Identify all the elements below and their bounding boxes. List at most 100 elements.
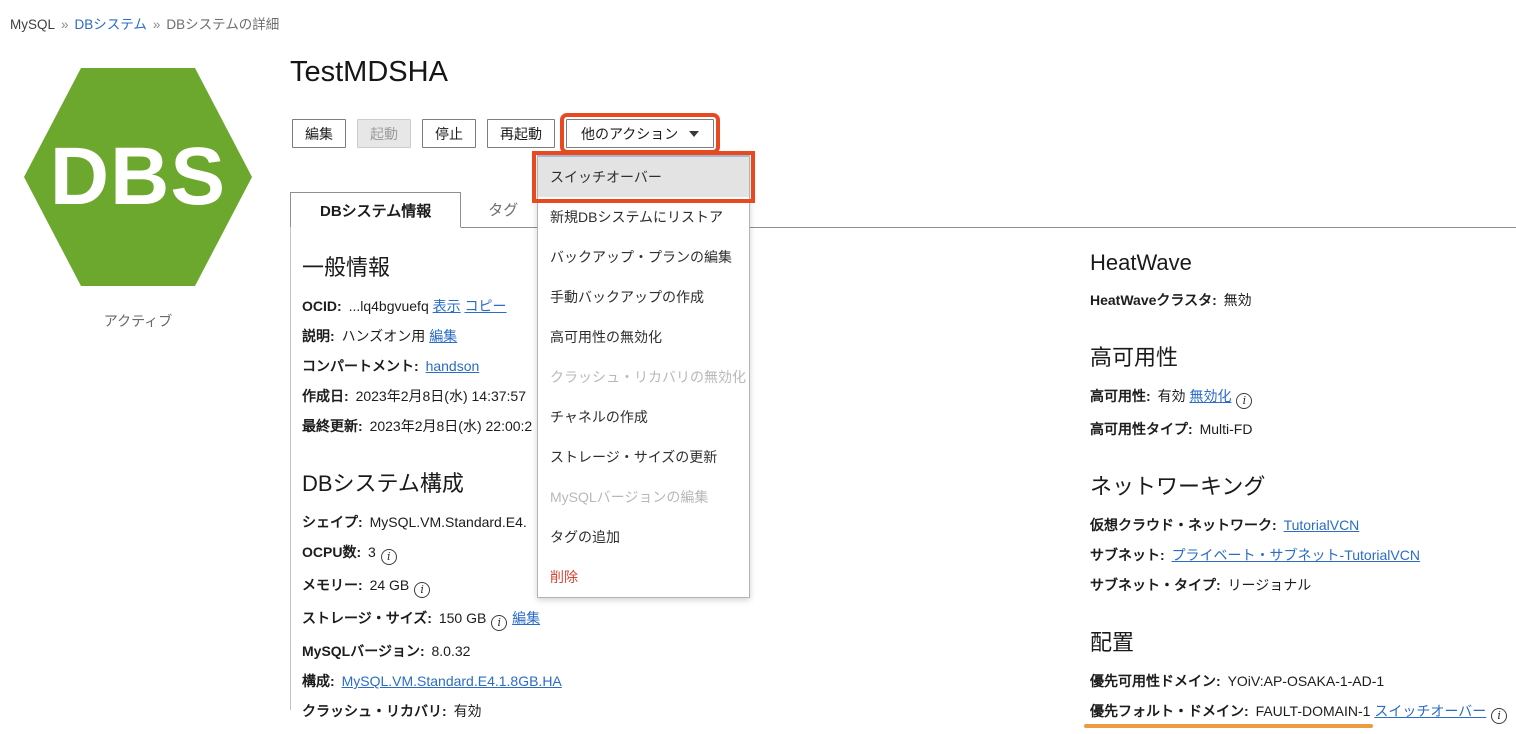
field-label: 作成日: [302,388,349,404]
page-title: TestMDSHA [290,56,448,89]
more-actions-label: 他のアクション [581,124,678,144]
field-label: OCID: [302,298,342,314]
details-right-column: HeatWave HeatWaveクラスタ: 無効 高可用性高可用性: 有効 無効… [1090,238,1516,734]
menu-item-5: クラッシュ・リカバリの無効化 [538,357,749,397]
field-row: MySQLバージョン: 8.0.32 [302,641,732,661]
resource-status: DBS アクティブ [24,68,252,331]
section-heading: HeatWave [1090,250,1516,276]
field-value: 有効 [1158,388,1186,404]
field-label: 優先フォルト・ドメイン: [1090,703,1249,719]
menu-item-7[interactable]: ストレージ・サイズの更新 [538,437,749,477]
field-value: YOiV:AP-OSAKA-1-AD-1 [1228,673,1385,689]
breadcrumb-db-systems-link[interactable]: DBシステム [75,17,147,32]
field-label: 高可用性: [1090,388,1151,404]
field-value: 24 GB [370,577,410,593]
more-actions-button[interactable]: 他のアクション [566,119,714,148]
menu-item-6[interactable]: チャネルの作成 [538,397,749,437]
field-row: 高可用性: 有効 無効化 i [1090,386,1516,409]
configuration-link[interactable]: MySQL.VM.Standard.E4.1.8GB.HA [342,673,562,689]
field-value: 2023年2月8日(水) 14:37:57 [356,388,526,404]
menu-item-2[interactable]: バックアップ・プランの編集 [538,237,749,277]
chevron-down-icon [689,131,699,137]
menu-item-4[interactable]: 高可用性の無効化 [538,317,749,357]
breadcrumb-mysql: MySQL [10,17,55,32]
field-value: ...lq4bgvuefq [349,298,429,314]
info-icon[interactable]: i [491,615,507,631]
field-value: MySQL.VM.Standard.E4. [370,514,527,530]
field-row: サブネット: プライベート・サブネット-TutorialVCN [1090,545,1516,565]
field-label: 高可用性タイプ: [1090,421,1193,437]
field-row: クラッシュ・リカバリ: 有効 [302,701,732,721]
field-label: OCPU数: [302,544,361,560]
field-value: Multi-FD [1200,421,1253,437]
menu-item-9[interactable]: タグの追加 [538,517,749,557]
subnet-link[interactable]: プライベート・サブネット-TutorialVCN [1172,547,1420,563]
disable-ha-link[interactable]: 無効化 [1189,388,1231,404]
field-value: リージョナル [1228,577,1312,593]
field-label: MySQLバージョン: [302,643,425,659]
field-label: サブネット・タイプ: [1090,577,1221,593]
info-icon[interactable]: i [1236,393,1252,409]
switchover-link[interactable]: スイッチオーバー [1374,703,1486,719]
field-value: FAULT-DOMAIN-1 [1256,703,1371,719]
info-icon[interactable]: i [381,549,397,565]
menu-item-0[interactable]: スイッチオーバー [538,157,749,197]
field-value: 3 [368,544,376,560]
start-button: 起動 [357,119,411,148]
field-row: 優先可用性ドメイン: YOiV:AP-OSAKA-1-AD-1 [1090,671,1516,691]
field-label: 優先可用性ドメイン: [1090,673,1221,689]
field-row: 高可用性タイプ: Multi-FD [1090,419,1516,439]
panel-left-border [290,228,291,710]
breadcrumb: MySQL»DBシステム»DBシステムの詳細 [10,13,279,33]
stop-button[interactable]: 停止 [422,119,476,148]
edit-description-link[interactable]: 編集 [429,328,457,344]
field-row: 構成: MySQL.VM.Standard.E4.1.8GB.HA [302,671,732,691]
menu-item-3[interactable]: 手動バックアップの作成 [538,277,749,317]
section-heading: 配置 [1090,625,1516,657]
tab-bar: DBシステム情報 タグ [290,192,1516,228]
tab-db-system-info[interactable]: DBシステム情報 [290,192,461,228]
breadcrumb-current: DBシステムの詳細 [166,17,279,32]
more-actions-menu: スイッチオーバー新規DBシステムにリストアバックアップ・プランの編集手動バックア… [537,155,750,598]
menu-item-10[interactable]: 削除 [538,557,749,597]
field-value: 有効 [454,703,482,719]
edit-button[interactable]: 編集 [292,119,346,148]
field-label: サブネット: [1090,547,1165,563]
field-value: ハンズオン用 [342,328,426,344]
field-value: 2023年2月8日(水) 22:00:2 [370,418,533,434]
compartment-link[interactable]: handson [426,358,480,374]
field-label: ストレージ・サイズ: [302,610,432,626]
field-label: HeatWaveクラスタ: [1090,292,1217,308]
vcn-link[interactable]: TutorialVCN [1284,517,1360,533]
section-heading: 高可用性 [1090,340,1516,372]
field-row: HeatWaveクラスタ: 無効 [1090,290,1516,310]
breadcrumb-separator: » [153,17,161,32]
field-label: 構成: [302,673,335,689]
restart-button[interactable]: 再起動 [487,119,555,148]
field-label: クラッシュ・リカバリ: [302,703,447,719]
field-value: 150 GB [439,610,486,626]
field-label: メモリー: [302,577,363,593]
field-label: 最終更新: [302,418,363,434]
field-row: 仮想クラウド・ネットワーク: TutorialVCN [1090,515,1516,535]
show-ocid-link[interactable]: 表示 [433,298,461,314]
status-badge: アクティブ [24,311,252,331]
field-value: 8.0.32 [432,643,471,659]
field-row: サブネット・タイプ: リージョナル [1090,575,1516,595]
db-system-icon-label: DBS [24,68,252,286]
field-label: コンパートメント: [302,358,419,374]
field-row: ストレージ・サイズ: 150 GB i 編集 [302,608,732,631]
action-toolbar: 編集 起動 停止 再起動 他のアクション [292,119,714,148]
tab-tags[interactable]: タグ [461,192,545,227]
field-label: 説明: [302,328,335,344]
section-heading: ネットワーキング [1090,469,1516,501]
copy-ocid-link[interactable]: コピー [465,298,507,314]
edit-storage-link[interactable]: 編集 [512,610,540,626]
field-label: 仮想クラウド・ネットワーク: [1090,517,1277,533]
info-icon[interactable]: i [1491,708,1507,724]
field-value: 無効 [1224,292,1252,308]
info-icon[interactable]: i [414,582,430,598]
field-row: 優先フォルト・ドメイン: FAULT-DOMAIN-1 スイッチオーバー i [1090,701,1516,724]
menu-item-1[interactable]: 新規DBシステムにリストア [538,197,749,237]
menu-item-8: MySQLバージョンの編集 [538,477,749,517]
